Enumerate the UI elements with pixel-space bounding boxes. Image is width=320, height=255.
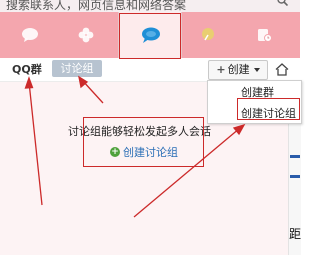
create-button-label: 创建 <box>227 63 250 76</box>
home-button[interactable] <box>270 60 294 78</box>
annotation-box-groups-tab <box>119 13 181 59</box>
tab-apps[interactable] <box>182 12 234 58</box>
leaf-icon <box>202 28 214 41</box>
sub-toolbar: QQ群 讨论组 + 创建 <box>0 58 300 82</box>
plus-icon: + <box>216 63 226 76</box>
chevron-down-icon <box>253 68 260 72</box>
discussion-group-tab[interactable]: 讨论组 <box>52 60 102 77</box>
search-icon[interactable] <box>277 0 288 6</box>
history-icon <box>258 29 272 42</box>
tab-favorites[interactable] <box>60 12 112 58</box>
background-link-fragment <box>290 175 300 178</box>
annotation-box-menu-item <box>237 98 300 120</box>
clover-icon <box>78 27 94 43</box>
tab-recent[interactable] <box>238 12 290 58</box>
background-text-fragment: 距 <box>289 227 302 241</box>
home-icon <box>275 62 289 76</box>
chat-bubble-icon <box>22 28 38 42</box>
tab-contacts[interactable] <box>4 12 56 58</box>
annotation-box-create-link <box>83 117 204 167</box>
background-link-fragment <box>290 155 300 158</box>
create-button[interactable]: + 创建 <box>208 60 268 80</box>
qq-group-tab[interactable]: QQ群 <box>12 61 42 77</box>
